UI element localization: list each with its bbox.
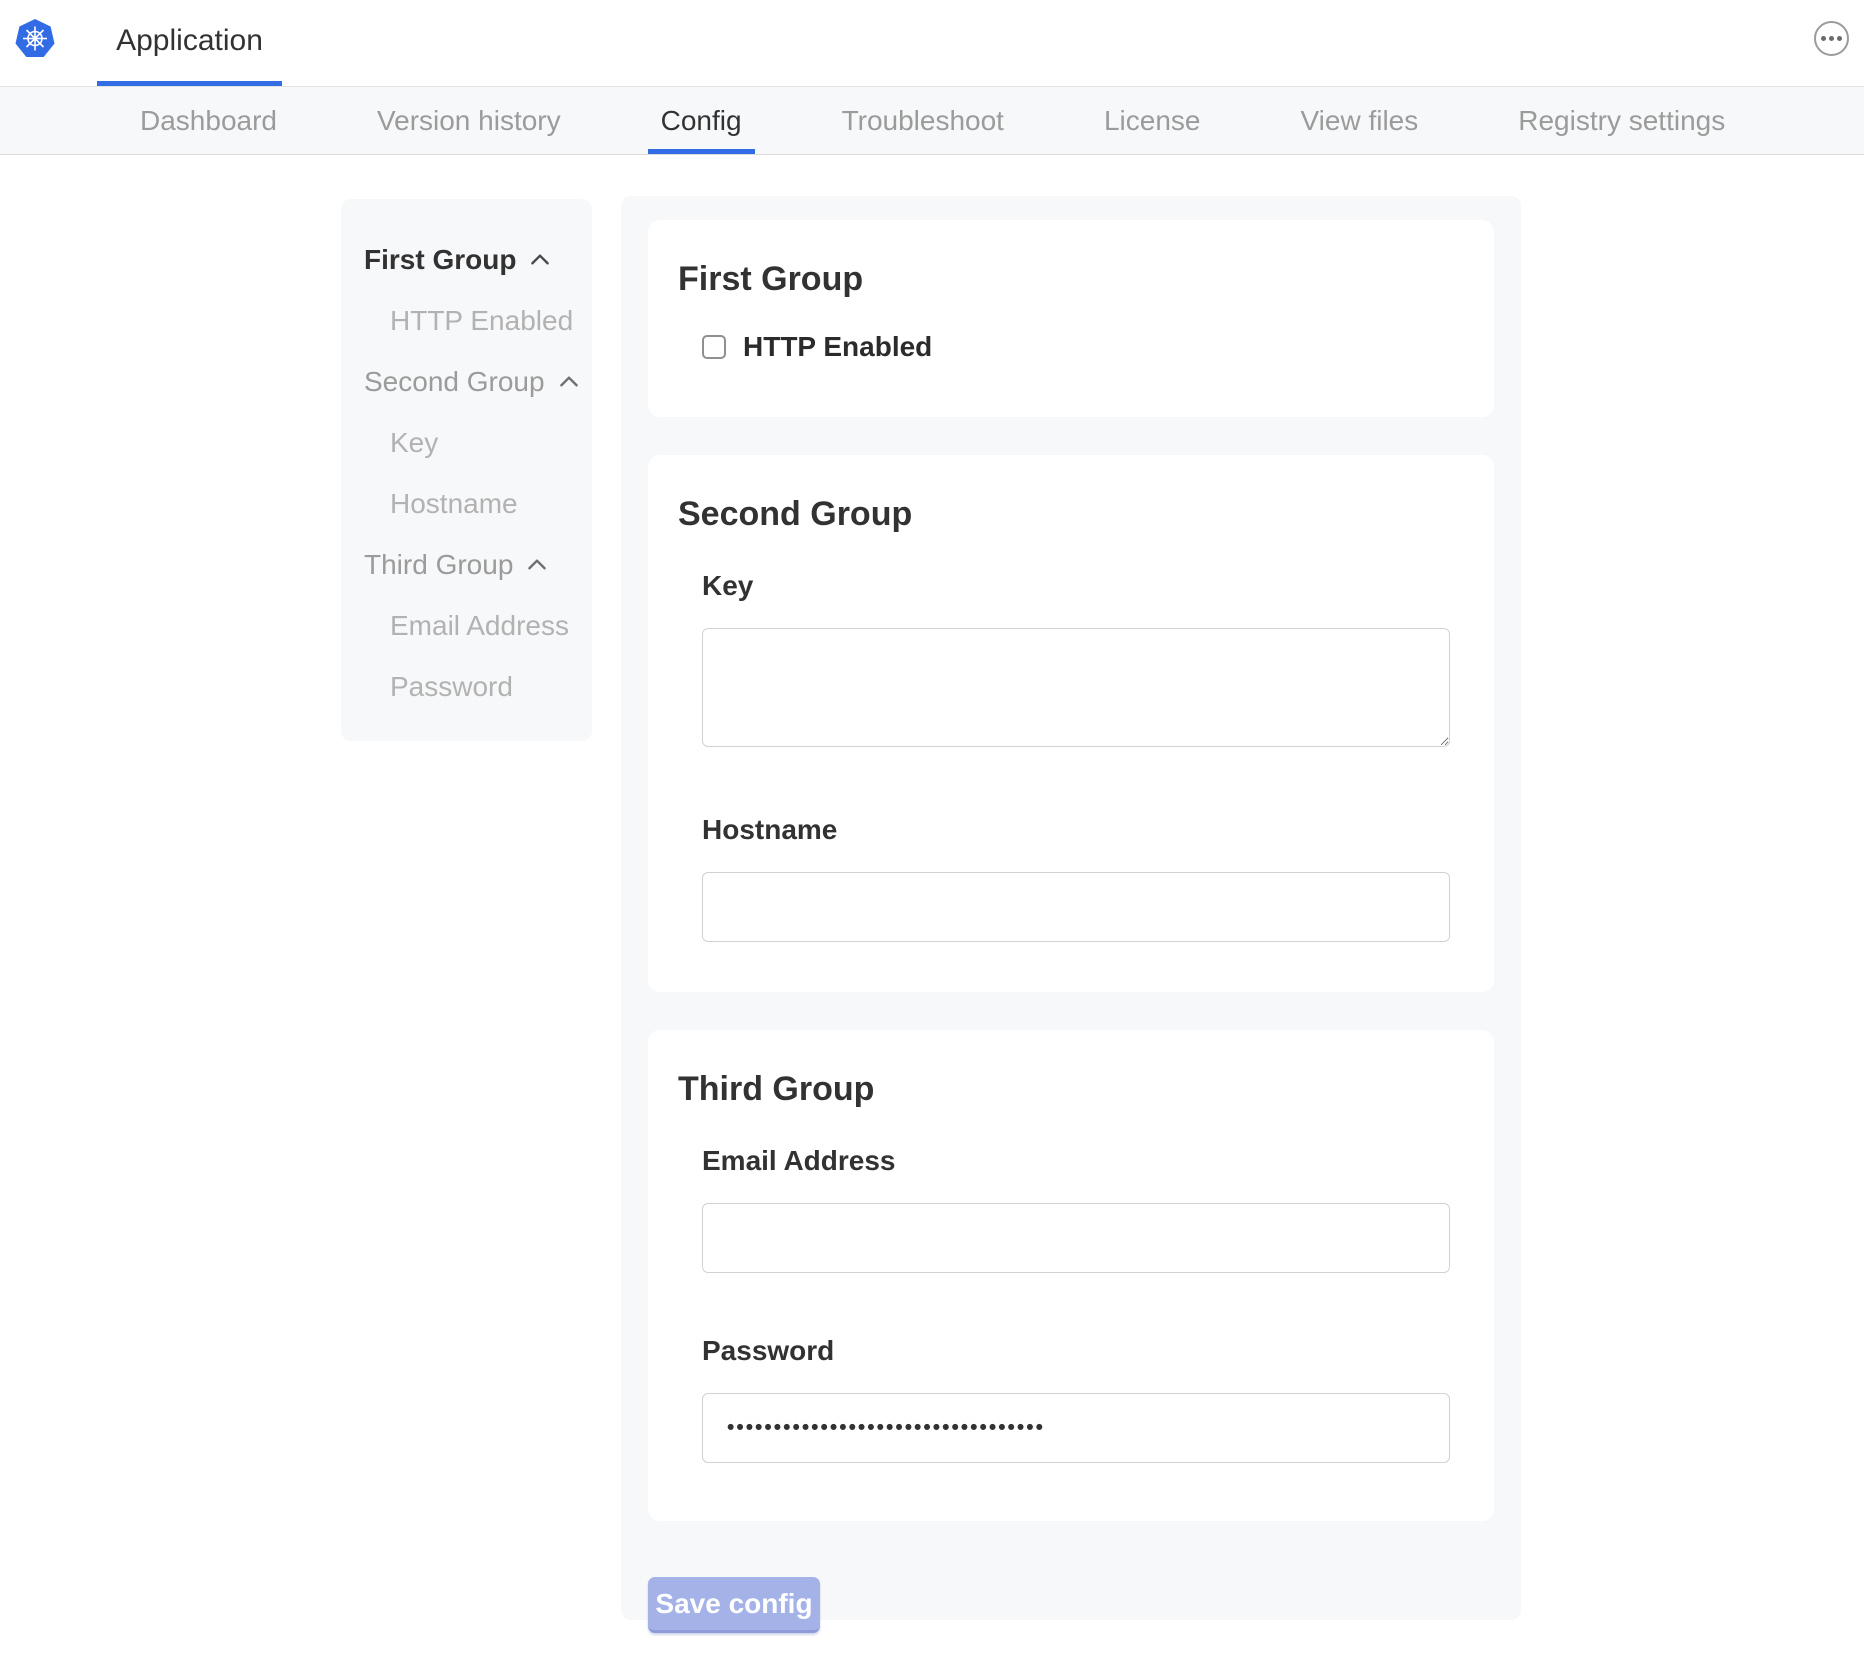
sidebar-item-password[interactable]: Password [364,656,582,717]
chevron-up-icon [527,247,553,273]
http-enabled-label[interactable]: HTTP Enabled [743,331,932,363]
key-label: Key [702,570,1450,602]
sidebar-item-http-enabled[interactable]: HTTP Enabled [364,290,582,351]
email-input[interactable] [702,1203,1450,1273]
sidebar-item-key[interactable]: Key [364,412,582,473]
sidebar-group-label: Second Group [364,366,545,398]
config-group-card-third: Third Group Email Address Password [648,1030,1494,1521]
config-field-hostname: Hostname [702,814,1450,942]
group-title: Second Group [678,495,1450,534]
sidebar-item-label: Hostname [390,488,518,520]
nav-tab-view-files[interactable]: View files [1287,87,1431,154]
ellipsis-icon [1821,36,1842,41]
sidebar-group-second-group[interactable]: Second Group [364,351,582,412]
sidebar-item-label: Key [390,427,438,459]
sidebar-item-hostname[interactable]: Hostname [364,473,582,534]
chevron-up-icon [524,552,550,578]
sidebar-item-label: Password [390,671,513,703]
hostname-label: Hostname [702,814,1450,846]
sidebar-item-label: HTTP Enabled [390,305,573,337]
more-options-button[interactable] [1814,21,1849,56]
app-tab-application[interactable]: Application [97,0,282,86]
hostname-input[interactable] [702,872,1450,942]
http-enabled-checkbox[interactable] [702,335,726,359]
group-title: Third Group [678,1070,1450,1109]
password-input[interactable] [702,1393,1450,1463]
sidebar-group-label: Third Group [364,549,513,581]
nav-tab-registry-settings[interactable]: Registry settings [1505,87,1738,154]
sidebar-item-label: Email Address [390,610,569,642]
config-field-password: Password [702,1335,1450,1463]
group-title: First Group [678,260,1450,299]
password-label: Password [702,1335,1450,1367]
config-area: First Group HTTP Enabled Second Group Ke… [621,196,1521,1620]
app-header: Application [0,0,1864,86]
sidebar-item-email-address[interactable]: Email Address [364,595,582,656]
sidebar-group-label: First Group [364,244,516,276]
nav-tab-troubleshoot[interactable]: Troubleshoot [829,87,1017,154]
save-config-button[interactable]: Save config [648,1577,820,1633]
config-page: First Group HTTP Enabled Second Group Ke… [0,155,1864,1679]
key-textarea[interactable] [702,628,1450,747]
config-group-card-second: Second Group Key Hostname [648,455,1494,992]
config-group-card-first: First Group HTTP Enabled [648,220,1494,417]
nav-tab-config[interactable]: Config [648,87,755,154]
sidebar-group-first-group[interactable]: First Group [364,229,582,290]
chevron-up-icon [556,369,582,395]
http-enabled-checkbox-row[interactable]: HTTP Enabled [702,331,1450,363]
config-field-email: Email Address [702,1145,1450,1273]
nav-tab-dashboard[interactable]: Dashboard [127,87,290,154]
email-label: Email Address [702,1145,1450,1177]
sidebar-group-third-group[interactable]: Third Group [364,534,582,595]
app-navbar: Dashboard Version history Config Trouble… [0,86,1864,155]
config-sidebar: First Group HTTP Enabled Second Group Ke… [341,199,592,741]
nav-tab-license[interactable]: License [1091,87,1214,154]
config-field-key: Key [702,570,1450,752]
nav-tab-version-history[interactable]: Version history [364,87,574,154]
kubernetes-logo [13,17,57,61]
